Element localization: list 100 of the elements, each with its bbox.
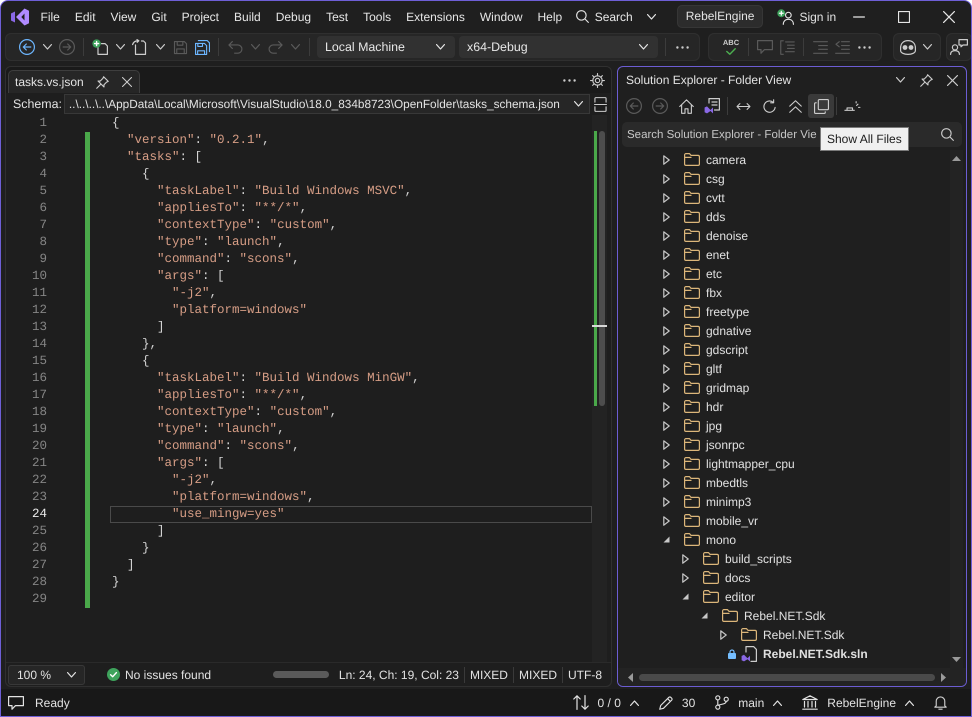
triangle-icon[interactable] xyxy=(663,268,670,278)
tree-item[interactable]: mobile_vr xyxy=(706,514,758,528)
dropdown[interactable]: x64-Debug xyxy=(459,36,658,58)
triangle-icon[interactable] xyxy=(663,326,670,336)
issues-status[interactable]: No issues found xyxy=(125,668,212,682)
triangle-icon[interactable] xyxy=(663,306,670,316)
menu-item[interactable]: Extensions xyxy=(398,4,472,28)
tree-item[interactable]: lightmapper_cpu xyxy=(706,456,795,470)
folder-icon xyxy=(684,248,700,261)
menu-item[interactable]: Project xyxy=(174,4,227,28)
sign-in-button[interactable]: Sign in xyxy=(777,4,836,28)
triangle-icon[interactable] xyxy=(682,593,689,600)
tree-item[interactable]: minimp3 xyxy=(706,494,752,508)
repository-button[interactable]: RebelEngine xyxy=(796,692,920,714)
triangle-icon[interactable] xyxy=(663,382,670,392)
vertical-scrollbar[interactable] xyxy=(592,115,607,662)
tree-item[interactable]: gdnative xyxy=(706,324,752,338)
vertical-scrollbar[interactable] xyxy=(950,150,963,668)
triangle-icon[interactable] xyxy=(663,536,670,543)
tree-item[interactable]: editor xyxy=(725,590,756,604)
tree-item[interactable]: freetype xyxy=(706,304,750,318)
zoom-dropdown[interactable]: 100 % xyxy=(8,664,85,684)
tree-item[interactable]: mono xyxy=(706,532,736,546)
triangle-icon[interactable] xyxy=(663,344,670,354)
tree-item[interactable]: hdr xyxy=(706,400,724,414)
triangle-icon[interactable] xyxy=(682,554,689,564)
triangle-icon[interactable] xyxy=(663,288,670,298)
caret-marker xyxy=(592,325,607,327)
status-indicator[interactable]: Ln: 24, Ch: 19, Col: 23 xyxy=(334,666,464,682)
menu-item[interactable]: View xyxy=(103,4,144,28)
triangle-icon[interactable] xyxy=(663,516,670,526)
menu-item[interactable]: Help xyxy=(530,4,570,28)
menu-item[interactable]: Edit xyxy=(67,4,104,28)
horizontal-scrollbar[interactable] xyxy=(618,668,966,686)
tree-item[interactable]: etc xyxy=(706,266,722,280)
dropdown[interactable]: Local Machine xyxy=(317,36,455,58)
tree-item[interactable]: gltf xyxy=(706,362,722,376)
tree-item[interactable]: Rebel.NET.Sdk.sln xyxy=(763,646,868,660)
scrollbar-thumb[interactable] xyxy=(599,131,605,406)
triangle-icon[interactable] xyxy=(663,192,670,202)
menu-item[interactable]: Test xyxy=(318,4,356,28)
triangle-icon[interactable] xyxy=(663,364,670,374)
solution-name[interactable]: RebelEngine xyxy=(676,5,764,28)
triangle-icon[interactable] xyxy=(663,174,670,184)
menu-item[interactable]: Tools xyxy=(356,4,399,28)
triangle-icon[interactable] xyxy=(682,572,689,582)
triangle-icon[interactable] xyxy=(663,496,670,506)
changes-button[interactable]: 0 / 0 xyxy=(566,692,645,714)
triangle-icon[interactable] xyxy=(663,458,670,468)
menu-item[interactable]: Git xyxy=(144,4,174,28)
triangle-icon[interactable] xyxy=(663,440,670,450)
tree-item[interactable]: Rebel.NET.Sdk xyxy=(763,628,844,642)
tree-item[interactable]: jsonrpc xyxy=(706,438,745,452)
triangle-icon[interactable] xyxy=(663,212,670,222)
show-all-files-button[interactable] xyxy=(808,94,834,118)
tree-item[interactable]: cvtt xyxy=(706,190,725,204)
tree-item[interactable]: denoise xyxy=(706,228,748,242)
goggles-icon xyxy=(898,39,916,55)
double-arrow-icon xyxy=(736,102,750,110)
triangle-icon[interactable] xyxy=(701,612,708,619)
scrollbar-thumb[interactable] xyxy=(639,674,935,680)
triangle-icon[interactable] xyxy=(720,630,727,640)
tree-item[interactable]: jpg xyxy=(706,418,722,432)
code-line: ] xyxy=(156,523,165,540)
tree-item[interactable]: build_scripts xyxy=(725,552,792,566)
triangle-icon[interactable] xyxy=(663,250,670,260)
triangle-icon[interactable] xyxy=(663,402,670,412)
list-document-icon xyxy=(704,98,720,114)
edits-button[interactable]: 30 xyxy=(652,692,702,714)
tree-item[interactable]: csg xyxy=(706,172,725,186)
status-indicator[interactable]: MIXED xyxy=(464,666,513,682)
triangle-icon[interactable] xyxy=(663,420,670,430)
notifications-button[interactable] xyxy=(934,695,947,710)
tree-item[interactable]: dds xyxy=(706,210,726,224)
branch-button[interactable]: main xyxy=(709,692,788,714)
tree-item[interactable]: enet xyxy=(706,248,730,262)
triangle-icon[interactable] xyxy=(663,230,670,240)
schema-dropdown[interactable]: ..\..\..\..\AppData\Local\Microsoft\VisualStudio\18.0_834b8723\OpenFolder\tasks_schema.json xyxy=(64,94,590,114)
code-line: ] xyxy=(126,557,135,574)
tree-item[interactable]: gdscript xyxy=(706,342,748,356)
back-button[interactable] xyxy=(16,36,38,58)
search-button[interactable]: Search xyxy=(572,4,660,28)
menu-item[interactable]: Debug xyxy=(268,4,319,28)
pin-icon[interactable] xyxy=(96,76,109,88)
tree-item[interactable]: mbedtls xyxy=(706,476,748,490)
status-indicator[interactable]: UTF-8 xyxy=(562,666,607,682)
menu-item[interactable]: File xyxy=(33,4,68,28)
scrollbar-thumb[interactable] xyxy=(273,671,330,678)
tree-item[interactable]: fbx xyxy=(706,286,722,300)
menu-item[interactable]: Build xyxy=(226,4,268,28)
status-indicator[interactable]: MIXED xyxy=(512,666,562,682)
triangle-icon[interactable] xyxy=(663,154,670,164)
close-icon[interactable] xyxy=(122,77,132,87)
tree-item[interactable]: docs xyxy=(725,570,750,584)
editor-tab[interactable]: tasks.vs.json xyxy=(8,70,140,93)
triangle-icon[interactable] xyxy=(663,478,670,488)
tree-item[interactable]: Rebel.NET.Sdk xyxy=(744,608,826,622)
tree-item[interactable]: gridmap xyxy=(706,380,750,394)
menu-item[interactable]: Window xyxy=(472,4,530,28)
tree-item[interactable]: camera xyxy=(706,152,746,166)
